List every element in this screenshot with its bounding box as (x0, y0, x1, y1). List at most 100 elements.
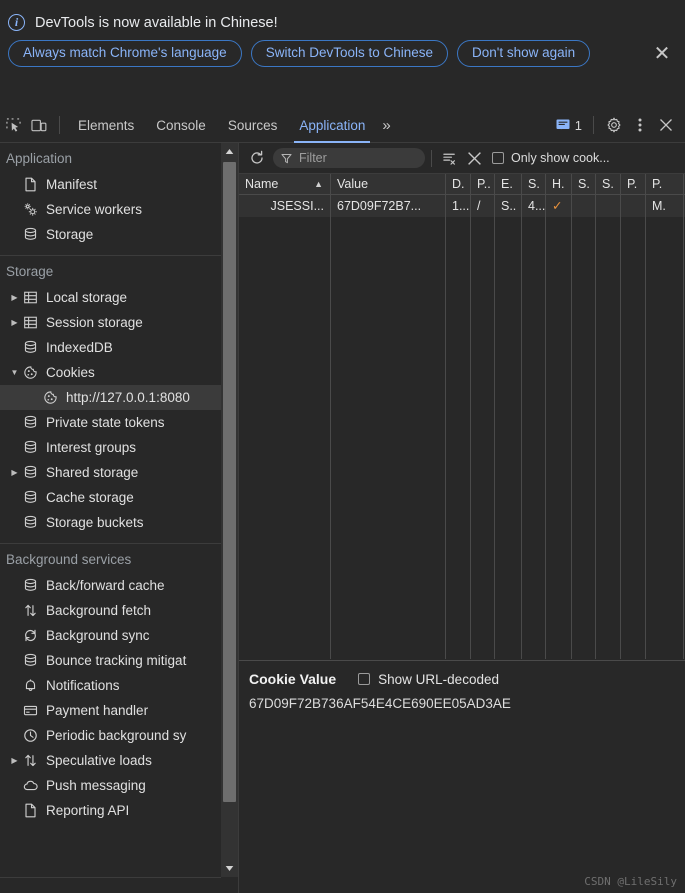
sidebar-vertical-scrollbar[interactable] (221, 143, 238, 877)
column-header-size[interactable]: S. (522, 174, 546, 194)
column-header-label: H. (552, 177, 565, 191)
database-icon (22, 339, 39, 356)
sort-ascending-icon: ▲ (314, 179, 323, 189)
sidebar-item-private-state-tokens[interactable]: Private state tokens (0, 410, 221, 435)
gear-icon[interactable] (601, 112, 627, 138)
sidebar-item-indexeddb[interactable]: IndexedDB (0, 335, 221, 360)
clear-filtered-cookies-icon[interactable] (438, 146, 462, 170)
table-empty-column (522, 217, 546, 659)
sidebar-item-label: Speculative loads (46, 753, 152, 768)
close-devtools-icon[interactable] (653, 112, 679, 138)
sidebar-item-payment-handler[interactable]: Payment handler (0, 698, 221, 723)
sidebar-item-storage-buckets[interactable]: Storage buckets (0, 510, 221, 535)
switch-devtools-language-button[interactable]: Switch DevTools to Chinese (250, 40, 449, 67)
column-header-name[interactable]: Name ▲ (239, 174, 331, 194)
tab-console[interactable]: Console (145, 108, 217, 143)
show-url-decoded-checkbox[interactable] (358, 673, 371, 685)
table-cell-partition (621, 195, 646, 217)
sidebar-item-cookies[interactable]: ▼ Cookies (0, 360, 221, 385)
sidebar-item-notifications[interactable]: Notifications (0, 673, 221, 698)
sidebar-item-label: Shared storage (46, 465, 139, 480)
table-cell-httponly: ✓ (546, 195, 572, 217)
column-header-path[interactable]: P.. (471, 174, 495, 194)
scroll-down-icon[interactable] (221, 860, 238, 877)
banner-message-row: i DevTools is now available in Chinese! (0, 0, 685, 31)
sidebar-item-periodic-background-sy[interactable]: Periodic background sy (0, 723, 221, 748)
column-header-label: S. (578, 177, 590, 191)
sidebar-item-background-sync[interactable]: Background sync (0, 623, 221, 648)
only-show-cookies-toggle[interactable]: Only show cook... (492, 151, 610, 165)
column-header-partition[interactable]: P. (621, 174, 646, 194)
sidebar-item-push-messaging[interactable]: Push messaging (0, 773, 221, 798)
toolbar-divider-2 (431, 149, 432, 167)
clear-all-cookies-icon[interactable] (462, 146, 486, 170)
inspect-element-icon[interactable] (0, 112, 26, 138)
database-icon (22, 439, 39, 456)
column-header-expires[interactable]: E. (495, 174, 522, 194)
sidebar-item-session-storage[interactable]: ▶ Session storage (0, 310, 221, 335)
chevron-right-icon[interactable]: ▶ (9, 317, 20, 328)
sidebar-item-label: Manifest (46, 177, 98, 192)
sidebar-item-storage[interactable]: Storage (0, 222, 221, 247)
table-empty-column (546, 217, 572, 659)
sidebar-item-label: Back/forward cache (46, 578, 165, 593)
tab-sources[interactable]: Sources (217, 108, 289, 143)
sidebar-item-http-127-0-0-1-8080[interactable]: http://127.0.0.1:8080 (0, 385, 221, 410)
more-tabs-icon[interactable]: » (376, 117, 396, 134)
sidebar-item-local-storage[interactable]: ▶ Local storage (0, 285, 221, 310)
tab-application[interactable]: Application (288, 108, 376, 143)
column-header-httponly[interactable]: H. (546, 174, 572, 194)
column-header-label: E. (501, 177, 513, 191)
sidebar-item-interest-groups[interactable]: Interest groups (0, 435, 221, 460)
always-match-language-button[interactable]: Always match Chrome's language (8, 40, 242, 67)
tab-elements[interactable]: Elements (67, 108, 145, 143)
chevron-right-icon[interactable]: ▶ (9, 467, 20, 478)
column-header-label: P. (627, 177, 638, 191)
sidebar-item-reporting-api[interactable]: Reporting API (0, 798, 221, 823)
sidebar-item-bounce-tracking-mitigat[interactable]: Bounce tracking mitigat (0, 648, 221, 673)
column-header-samesite[interactable]: S. (596, 174, 621, 194)
application-sidebar[interactable]: Application Manifest Service workers Storag… (0, 143, 221, 877)
banner-close-icon[interactable]: ✕ (651, 44, 673, 66)
sidebar-item-label: Storage buckets (46, 515, 144, 530)
column-header-label: S. (602, 177, 614, 191)
dont-show-again-button[interactable]: Don't show again (457, 40, 591, 67)
refresh-icon[interactable] (245, 146, 269, 170)
column-header-label: Name (245, 177, 279, 191)
table-row[interactable]: JSESSI... 67D09F72B7... 1... / S.. 4... ✓ M. (239, 195, 685, 217)
column-header-secure[interactable]: S. (572, 174, 596, 194)
cookie-value-title: Cookie Value (249, 671, 337, 687)
device-toolbar-icon[interactable] (26, 112, 52, 138)
sidebar-item-background-fetch[interactable]: Background fetch (0, 598, 221, 623)
sidebar-item-manifest[interactable]: Manifest (0, 172, 221, 197)
scroll-up-icon[interactable] (221, 143, 238, 160)
table-empty-column (596, 217, 621, 659)
filter-input[interactable]: Filter (273, 148, 425, 168)
sidebar-item-back-forward-cache[interactable]: Back/forward cache (0, 573, 221, 598)
chevron-down-icon[interactable]: ▼ (9, 367, 20, 378)
table-cell-path: / (471, 195, 495, 217)
sidebar-scrollbar-thumb[interactable] (223, 162, 236, 802)
column-header-priority[interactable]: P. (646, 174, 684, 194)
table-icon (22, 314, 39, 331)
sidebar-item-shared-storage[interactable]: ▶ Shared storage (0, 460, 221, 485)
sidebar-section-title: Application (6, 151, 73, 166)
only-show-cookies-checkbox[interactable] (492, 152, 504, 164)
sidebar-horizontal-scrollbar[interactable] (0, 877, 221, 893)
sidebar-item-service-workers[interactable]: Service workers (0, 197, 221, 222)
column-header-domain[interactable]: D. (446, 174, 471, 194)
chevron-right-icon[interactable]: ▶ (9, 292, 20, 303)
chevron-right-icon[interactable]: ▶ (9, 755, 20, 766)
sidebar-item-cache-storage[interactable]: Cache storage (0, 485, 221, 510)
only-show-cookies-label: Only show cook... (511, 151, 610, 165)
bell-icon (22, 677, 39, 694)
table-cell-expires: S.. (495, 195, 522, 217)
table-empty-column (495, 217, 522, 659)
sidebar-item-label: Cache storage (46, 490, 134, 505)
column-header-value[interactable]: Value (331, 174, 446, 194)
sidebar-item-speculative-loads[interactable]: ▶ Speculative loads (0, 748, 221, 773)
column-header-label: D. (452, 177, 465, 191)
console-messages-badge[interactable]: 1 (552, 118, 586, 133)
sidebar-item-label: Reporting API (46, 803, 130, 818)
more-options-icon[interactable] (627, 112, 653, 138)
